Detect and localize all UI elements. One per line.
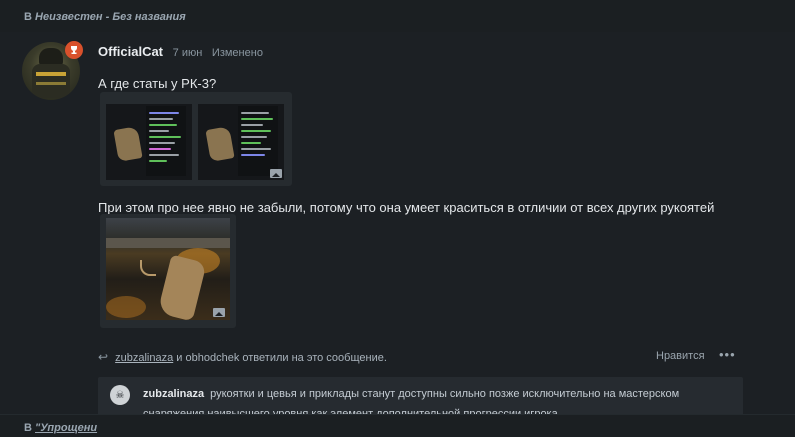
image-icon xyxy=(213,308,225,317)
post-text-1: А где статы у РК-3? xyxy=(98,76,217,91)
photo-rail xyxy=(106,238,230,248)
avatar-container[interactable] xyxy=(22,41,83,100)
reply-arrow-icon: ↩ xyxy=(98,350,109,364)
image-icon xyxy=(270,169,282,178)
stats-panel xyxy=(238,106,278,176)
reply-user-1[interactable]: zubzalinaza xyxy=(115,352,173,364)
next-thread-breadcrumb[interactable]: В "Упрощени xyxy=(24,422,97,434)
grip-item xyxy=(113,126,143,162)
image-attachment-1[interactable] xyxy=(100,92,292,186)
like-button[interactable]: Нравится xyxy=(656,350,705,362)
grip-item xyxy=(205,126,235,162)
next-thread-location[interactable]: "Упрощени xyxy=(35,422,97,434)
post-text-2: При этом про нее явно не забыли, потому … xyxy=(98,200,715,215)
photo-trigger xyxy=(140,260,156,276)
reply-summary: ↩ zubzalinaza и obhodchek ответили на эт… xyxy=(98,347,758,370)
image-attachment-2[interactable] xyxy=(100,214,236,328)
trophy-icon[interactable] xyxy=(65,41,83,59)
next-thread-prefix: В xyxy=(24,422,32,434)
edited-label[interactable]: Изменено xyxy=(212,47,263,59)
post-date[interactable]: 7 июн xyxy=(173,47,203,59)
reply-user-2[interactable]: obhodchek xyxy=(186,352,240,364)
post-header: OfficialCat 7 июн Изменено xyxy=(98,44,263,59)
breadcrumb[interactable]: В Неизвестен - Без названия xyxy=(24,11,186,23)
avatar-stripe-2 xyxy=(36,82,66,85)
grip-photo xyxy=(106,218,230,320)
quote-avatar[interactable]: ☠ xyxy=(110,385,130,405)
thread-breadcrumb-bar: В Неизвестен - Без названия xyxy=(0,0,795,33)
screenshot-left xyxy=(106,104,192,180)
more-options-button[interactable]: ••• xyxy=(719,347,736,362)
breadcrumb-location[interactable]: Неизвестен - Без названия xyxy=(35,11,186,23)
photo-glow-2 xyxy=(106,296,146,318)
post: OfficialCat 7 июн Изменено А где статы у… xyxy=(0,32,795,423)
avatar-body xyxy=(32,64,70,98)
next-thread-bar: В "Упрощени xyxy=(0,414,795,437)
stats-panel xyxy=(146,106,186,176)
avatar-stripe xyxy=(36,72,66,76)
photo-grip xyxy=(157,254,207,320)
quote-author[interactable]: zubzalinaza xyxy=(143,388,204,400)
breadcrumb-prefix: В xyxy=(24,11,32,23)
reply-conj: и xyxy=(176,352,183,364)
author-name[interactable]: OfficialCat xyxy=(98,44,163,59)
reply-suffix: ответили на это сообщение. xyxy=(242,352,387,364)
trophy-icon-svg xyxy=(71,46,77,54)
